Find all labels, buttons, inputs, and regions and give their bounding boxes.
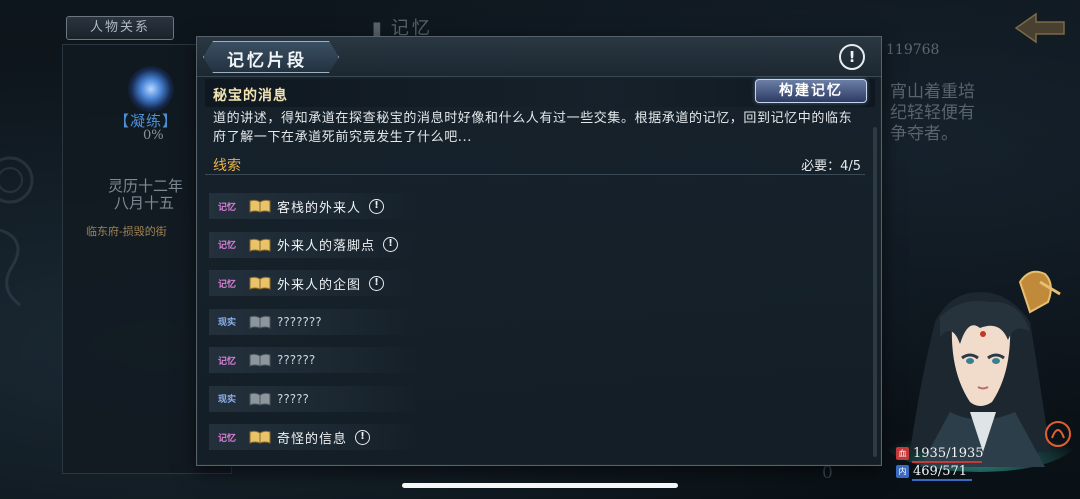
back-arrow-icon[interactable]	[1012, 10, 1070, 46]
description-text: 道的讲述，得知承道在探查秘宝的消息时好像和什么人有过一些交集。根据承道的记忆，回…	[213, 111, 853, 145]
condense-percent: 0%	[143, 128, 164, 143]
memory-fragment-dialog: 记忆片段 ! 秘宝的消息 构建记忆 道的讲述，得知承道在探查秘宝的消息时好像和什…	[196, 36, 882, 466]
clue-item[interactable]: 记忆 外来人的企图 !	[209, 264, 649, 303]
clue-item[interactable]: 记忆 奇怪的信息 !	[209, 418, 649, 457]
build-memory-button[interactable]: 构建记忆	[755, 79, 867, 103]
location-label: 临东府-损毁的街	[86, 225, 167, 238]
clue-type-tag: 记忆	[217, 241, 236, 252]
alert-icon[interactable]: !	[369, 198, 385, 214]
clue-type-tag: 记忆	[217, 356, 236, 367]
clue-text: 外来人的落脚点	[277, 239, 376, 255]
clues-label: 线索	[213, 158, 241, 174]
alert-icon[interactable]: !	[369, 275, 385, 291]
clue-type-tag: 记忆	[217, 202, 236, 213]
clue-item[interactable]: 现实 ?????	[209, 380, 649, 419]
background-right-text: 宵山着重培纪轻轻便有争夺者。	[890, 82, 975, 144]
clue-type-tag: 记忆	[217, 279, 236, 290]
date-day: 八月十五	[114, 194, 175, 212]
open-book-icon	[249, 276, 271, 290]
clue-type-tag: 现实	[217, 395, 236, 406]
clue-type-tag: 记忆	[217, 433, 236, 444]
character-portrait	[885, 270, 1075, 472]
mp-icon: 内	[896, 465, 909, 478]
required-count: 必要：4/5	[801, 159, 861, 174]
alert-icon[interactable]: !	[355, 429, 371, 445]
hp-icon: 血	[896, 447, 909, 460]
clue-text: ??????	[277, 353, 316, 368]
hp-bar	[912, 461, 982, 463]
clue-item[interactable]: 现实 ???????	[209, 303, 649, 342]
home-indicator[interactable]	[402, 483, 678, 488]
clue-item[interactable]: 记忆 ??????	[209, 341, 649, 380]
scrollbar[interactable]	[873, 127, 877, 457]
mp-value: 469/571	[913, 464, 968, 479]
open-book-icon	[249, 430, 271, 444]
hp-value: 1935/1935	[913, 446, 984, 461]
clue-text: 奇怪的信息	[277, 431, 348, 447]
clues-section-header: 线索 必要：4/5	[205, 153, 865, 175]
closed-book-icon	[249, 392, 271, 406]
clue-type-tag: 现实	[217, 318, 236, 329]
clue-text: 客栈的外来人	[277, 200, 362, 216]
tab-relations[interactable]: 人物关系	[66, 16, 174, 40]
background-top-bar	[230, 8, 820, 38]
clue-list: 记忆 客栈的外来人 ! 记忆 外来人的落脚点 ! 记忆 外来人的企图 ! 现实 …	[209, 187, 649, 457]
side-ornament	[0, 156, 34, 307]
clue-text: ???????	[277, 314, 322, 329]
clue-item[interactable]: 记忆 客栈的外来人 !	[209, 187, 649, 226]
mp-bar	[912, 479, 972, 481]
condense-orb-icon	[128, 66, 174, 112]
info-button[interactable]: !	[839, 44, 865, 70]
clue-text: 外来人的企图	[277, 277, 362, 293]
background-bottom-number: 0	[822, 463, 833, 483]
hp-stat: 血 1935/1935	[896, 446, 984, 461]
subtitle: 秘宝的消息	[213, 88, 288, 104]
background-number: 119768	[886, 42, 940, 58]
closed-book-icon	[249, 315, 271, 329]
open-book-icon	[249, 238, 271, 252]
dialog-title: 记忆片段	[227, 51, 307, 71]
mp-stat: 内 469/571	[896, 464, 967, 479]
clue-text: ?????	[277, 391, 309, 406]
open-book-icon	[249, 199, 271, 213]
clue-item[interactable]: 记忆 外来人的落脚点 !	[209, 226, 649, 265]
closed-book-icon	[249, 353, 271, 367]
